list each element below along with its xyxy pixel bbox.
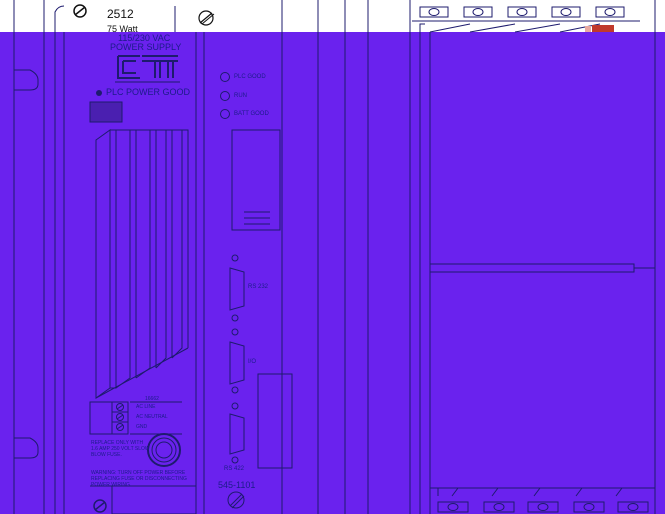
power-good-label: PLC POWER GOOD — [106, 87, 191, 97]
screw-icon[interactable] — [73, 4, 87, 18]
fuse-note: REPLACE ONLY WITH 1.6 AMP 250 VOLT SLOW … — [91, 440, 150, 458]
label-plate — [89, 101, 123, 123]
led-icon — [96, 90, 102, 96]
model-number: 2512 — [107, 7, 134, 21]
terminal-header: 16662 — [145, 396, 159, 402]
led-label-run: RUN — [234, 93, 247, 99]
terminal-ac-line: AC LINE — [136, 404, 156, 410]
port-label-io: I/O — [248, 359, 257, 365]
power-supply-title: POWER SUPPLY — [110, 42, 182, 52]
plc-rack-view: 2512 75 Watt 115/230 VAC POWER SUPPLY PL… — [0, 0, 665, 514]
warning-note: WARNING: TURN OFF POWER BEFORE REPLACING… — [91, 470, 187, 488]
led-label-plc-good: PLC GOOD — [234, 74, 266, 80]
port-label-rs422: RS 422 — [224, 466, 245, 472]
part-number: 545-1101 — [218, 480, 256, 490]
slot-screw-icon[interactable] — [198, 10, 215, 26]
port-label-rs232: RS 232 — [248, 284, 269, 290]
led-label-batt-good: BATT GOOD — [234, 111, 269, 117]
terminal-ac-neutral: AC NEUTRAL — [136, 414, 168, 420]
terminal-gnd: GND — [136, 424, 148, 430]
